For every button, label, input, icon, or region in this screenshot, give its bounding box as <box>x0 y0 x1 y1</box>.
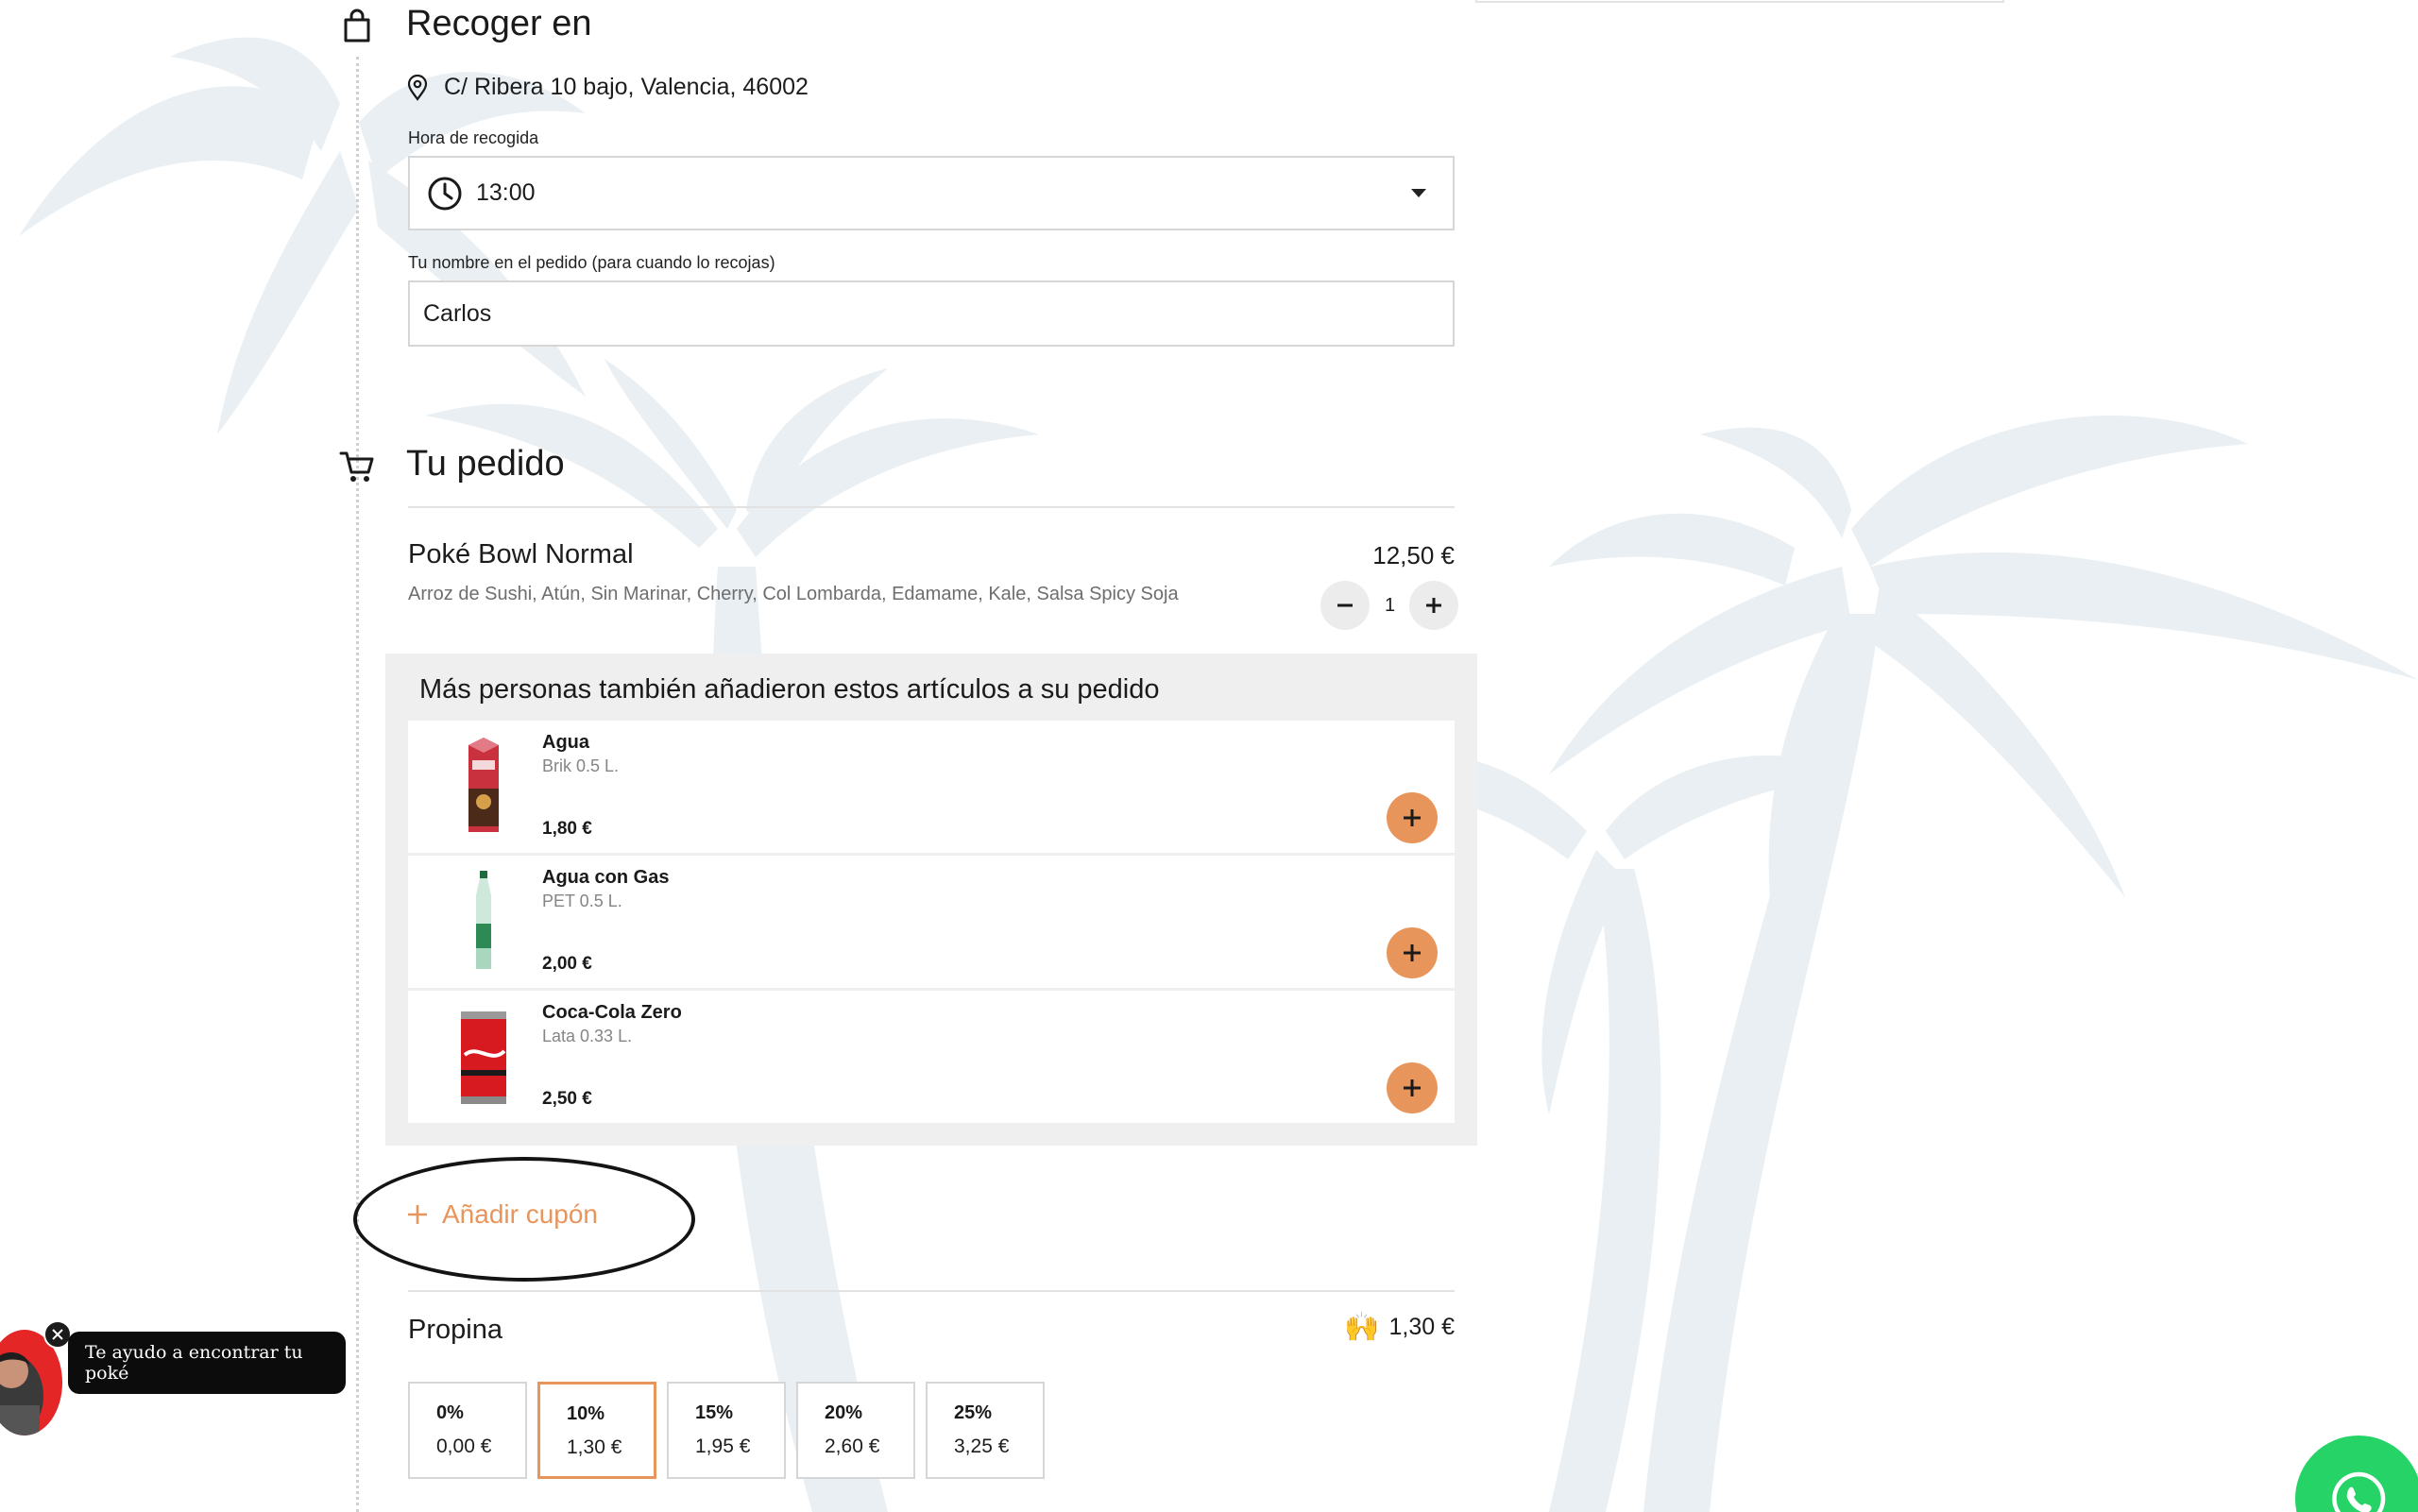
suggestion-size: PET 0.5 L. <box>542 892 622 910</box>
divider <box>408 506 1455 508</box>
order-item-price: 12,50 € <box>1372 541 1455 569</box>
whatsapp-button[interactable] <box>2295 1436 2418 1512</box>
plus-icon <box>1404 809 1421 826</box>
close-icon <box>52 1329 63 1340</box>
pickup-time-value: 13:00 <box>476 179 536 206</box>
pickup-title: Recoger en <box>406 4 592 43</box>
order-item-description: Arroz de Sushi, Atún, Sin Marinar, Cherr… <box>408 584 1179 604</box>
tip-amount: 1,30 € <box>567 1436 622 1458</box>
tip-option[interactable]: 20% 2,60 € <box>796 1382 915 1479</box>
tip-amount: 2,60 € <box>825 1436 880 1457</box>
pickup-address: C/ Ribera 10 bajo, Valencia, 46002 <box>406 74 809 101</box>
suggestion-item[interactable]: Agua Brik 0.5 L. 1,80 € <box>408 721 1455 853</box>
order-name-input[interactable] <box>408 280 1455 347</box>
tip-percent: 0% <box>436 1402 464 1423</box>
order-title: Tu pedido <box>406 444 565 484</box>
order-item-name: Poké Bowl Normal <box>408 539 634 569</box>
address-text: C/ Ribera 10 bajo, Valencia, 46002 <box>444 74 809 100</box>
quantity-stepper: 1 <box>1320 581 1458 630</box>
location-pin-icon <box>407 74 428 101</box>
tip-option-selected[interactable]: 10% 1,30 € <box>537 1382 656 1479</box>
highlight-circle <box>353 1157 695 1282</box>
tip-amount: 1,95 € <box>695 1436 751 1457</box>
cart-icon <box>339 451 374 482</box>
sidebar-card-edge <box>1475 0 2004 3</box>
divider <box>408 1290 1455 1292</box>
raising-hands-icon: 🙌 <box>1344 1312 1380 1343</box>
tip-percent: 25% <box>954 1402 993 1423</box>
suggestion-item[interactable]: Agua con Gas PET 0.5 L. 2,00 € <box>408 856 1455 988</box>
suggestion-name: Agua <box>542 732 589 753</box>
add-suggestion-button[interactable] <box>1387 927 1438 978</box>
quantity-value: 1 <box>1385 594 1396 616</box>
add-suggestion-button[interactable] <box>1387 1062 1438 1113</box>
whatsapp-icon <box>2332 1471 2386 1512</box>
chat-message: Te ayudo a encontrar tu poké <box>85 1342 303 1384</box>
suggestion-price: 2,00 € <box>542 954 592 974</box>
order-name-label: Tu nombre en el pedido (para cuando lo r… <box>408 253 775 272</box>
pickup-time-label: Hora de recogida <box>408 128 539 147</box>
plus-icon <box>1426 598 1441 613</box>
suggestion-item[interactable]: Coca-Cola Zero Lata 0.33 L. 2,50 € <box>408 991 1455 1123</box>
minus-icon <box>1337 603 1353 607</box>
tip-title: Propina <box>408 1315 502 1345</box>
tip-option[interactable]: 25% 3,25 € <box>926 1382 1045 1479</box>
plus-icon <box>1404 944 1421 961</box>
tip-amount: 0,00 € <box>436 1436 492 1457</box>
tip-percent: 20% <box>825 1402 863 1423</box>
suggestion-name: Coca-Cola Zero <box>542 1002 682 1023</box>
tip-option[interactable]: 15% 1,95 € <box>667 1382 786 1479</box>
plus-icon <box>1404 1079 1421 1096</box>
suggestion-size: Brik 0.5 L. <box>542 756 620 775</box>
suggestion-name: Agua con Gas <box>542 867 670 888</box>
water-brik-image <box>468 738 499 832</box>
tip-amount: 3,25 € <box>954 1436 1010 1457</box>
timeline-divider <box>356 57 359 1512</box>
coke-can-image <box>461 1011 506 1104</box>
caret-down-icon <box>1411 189 1426 197</box>
tip-option[interactable]: 0% 0,00 € <box>408 1382 527 1479</box>
chat-bubble[interactable]: Te ayudo a encontrar tu poké <box>68 1332 346 1394</box>
suggestion-price: 2,50 € <box>542 1089 592 1109</box>
pickup-time-select[interactable]: 13:00 <box>408 156 1455 230</box>
decrease-quantity-button[interactable] <box>1320 581 1370 630</box>
suggestion-size: Lata 0.33 L. <box>542 1027 633 1045</box>
tip-total: 1,30 € <box>1388 1314 1455 1340</box>
tip-percent: 15% <box>695 1402 734 1423</box>
add-suggestion-button[interactable] <box>1387 792 1438 843</box>
tip-summary: 🙌 1,30 € <box>1341 1311 1455 1344</box>
clock-icon <box>428 177 462 210</box>
sparkling-water-bottle-image <box>476 871 491 969</box>
tip-percent: 10% <box>567 1403 605 1424</box>
suggestion-price: 1,80 € <box>542 819 592 839</box>
shopping-bag-icon <box>344 8 370 42</box>
suggestions-title: Más personas también añadieron estos art… <box>419 674 1160 705</box>
increase-quantity-button[interactable] <box>1409 581 1458 630</box>
